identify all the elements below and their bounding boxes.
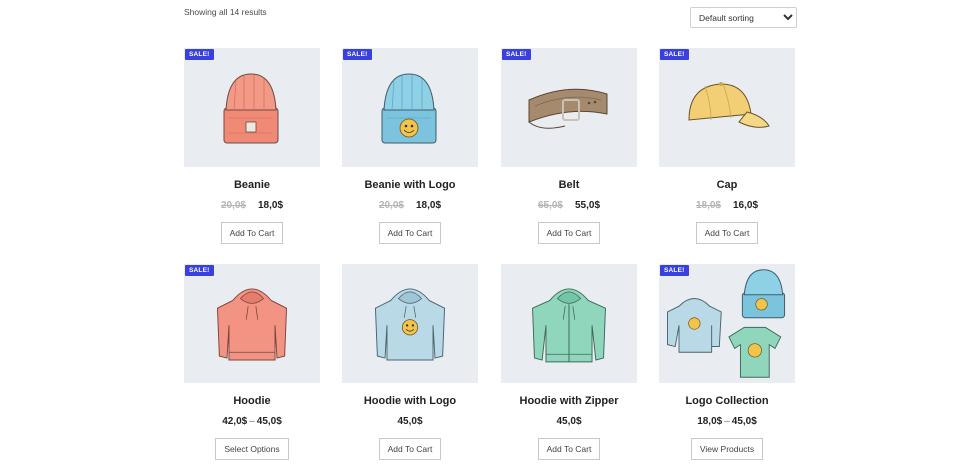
product-title[interactable]: Hoodie with Zipper — [501, 395, 637, 407]
product-card-belt: SALE! Belt 65,0$ 55,0$ Add To Cart — [501, 48, 637, 244]
sorting-select[interactable]: Default sorting — [690, 7, 797, 28]
sale-badge: SALE! — [660, 49, 689, 60]
select-options-button[interactable]: Select Options — [215, 438, 289, 460]
product-price: 20,0$ 18,0$ — [342, 200, 478, 214]
price-range-separator: – — [249, 416, 255, 427]
product-card-beanie: SALE! Beanie 20,0$ 18,0$ Add To Cart — [184, 48, 320, 244]
logo-collection-icon — [667, 269, 786, 378]
product-title[interactable]: Cap — [659, 179, 795, 191]
product-card-cap: SALE! Cap 18,0$ 16,0$ Add To Cart — [659, 48, 795, 244]
sale-price: 55,0$ — [575, 200, 601, 211]
hoodie-icon — [216, 288, 288, 361]
hoodie-logo-icon — [374, 288, 446, 361]
product-price: 45,0$ — [501, 416, 637, 430]
add-to-cart-button[interactable]: Add To Cart — [378, 222, 442, 244]
product-card-hoodie: SALE! Hoodie 42,0$ –45,0$ Select Options — [184, 264, 320, 460]
sale-price: 18,0$ — [258, 200, 284, 211]
product-card-hoodie-with-logo: Hoodie with Logo 45,0$ Add To Cart — [342, 264, 478, 460]
product-image[interactable]: SALE! — [342, 48, 478, 167]
sale-badge: SALE! — [660, 265, 689, 276]
product-image[interactable]: SALE! — [184, 264, 320, 383]
sale-badge: SALE! — [185, 265, 214, 276]
beanie-icon — [223, 73, 279, 144]
product-image[interactable] — [342, 264, 478, 383]
product-price: 18,0$ 16,0$ — [659, 200, 795, 214]
product-image[interactable]: SALE! — [659, 48, 795, 167]
regular-price: 20,0$ — [378, 200, 404, 211]
product-card-logo-collection: SALE! Logo Collection 18,0$ –45,0$ View P… — [659, 264, 795, 460]
product-title[interactable]: Belt — [501, 179, 637, 191]
cap-icon — [688, 82, 770, 128]
price-range-separator: – — [724, 416, 730, 427]
price-max: 45,0$ — [731, 416, 757, 427]
add-to-cart-button[interactable]: Add To Cart — [220, 222, 284, 244]
sale-badge: SALE! — [502, 49, 531, 60]
beanie-logo-icon — [381, 73, 437, 144]
product-price: 65,0$ 55,0$ — [501, 200, 637, 214]
regular-price: 65,0$ — [537, 200, 563, 211]
product-card-beanie-with-logo: SALE! Beanie with Logo 20,0$ 18,0$ Add To… — [342, 48, 478, 244]
belt-icon — [528, 88, 608, 129]
view-products-button[interactable]: View Products — [690, 438, 764, 460]
product-price: 42,0$ –45,0$ — [184, 416, 320, 430]
results-count: Showing all 14 results — [184, 7, 267, 17]
add-to-cart-button[interactable]: Add To Cart — [537, 438, 601, 460]
sale-price: 18,0$ — [416, 200, 442, 211]
product-title[interactable]: Hoodie with Logo — [342, 395, 478, 407]
product-price: 45,0$ — [342, 416, 478, 430]
sale-price: 16,0$ — [733, 200, 759, 211]
product-image[interactable]: SALE! — [184, 48, 320, 167]
hoodie-zipper-icon — [532, 288, 606, 363]
price: 45,0$ — [556, 416, 582, 427]
regular-price: 20,0$ — [220, 200, 246, 211]
price-min: 42,0$ — [222, 416, 248, 427]
sale-badge: SALE! — [185, 49, 214, 60]
price: 45,0$ — [397, 416, 423, 427]
product-image[interactable] — [501, 264, 637, 383]
product-image[interactable]: SALE! — [501, 48, 637, 167]
product-price: 20,0$ 18,0$ — [184, 200, 320, 214]
price-min: 18,0$ — [697, 416, 723, 427]
regular-price: 18,0$ — [695, 200, 721, 211]
sale-badge: SALE! — [343, 49, 372, 60]
product-card-hoodie-with-zipper: Hoodie with Zipper 45,0$ Add To Cart — [501, 264, 637, 460]
product-image[interactable]: SALE! — [659, 264, 795, 383]
product-title[interactable]: Beanie — [184, 179, 320, 191]
product-title[interactable]: Hoodie — [184, 395, 320, 407]
add-to-cart-button[interactable]: Add To Cart — [537, 222, 601, 244]
add-to-cart-button[interactable]: Add To Cart — [695, 222, 759, 244]
add-to-cart-button[interactable]: Add To Cart — [378, 438, 442, 460]
product-title[interactable]: Logo Collection — [659, 395, 795, 407]
product-price: 18,0$ –45,0$ — [659, 416, 795, 430]
product-title[interactable]: Beanie with Logo — [342, 179, 478, 191]
price-max: 45,0$ — [256, 416, 282, 427]
